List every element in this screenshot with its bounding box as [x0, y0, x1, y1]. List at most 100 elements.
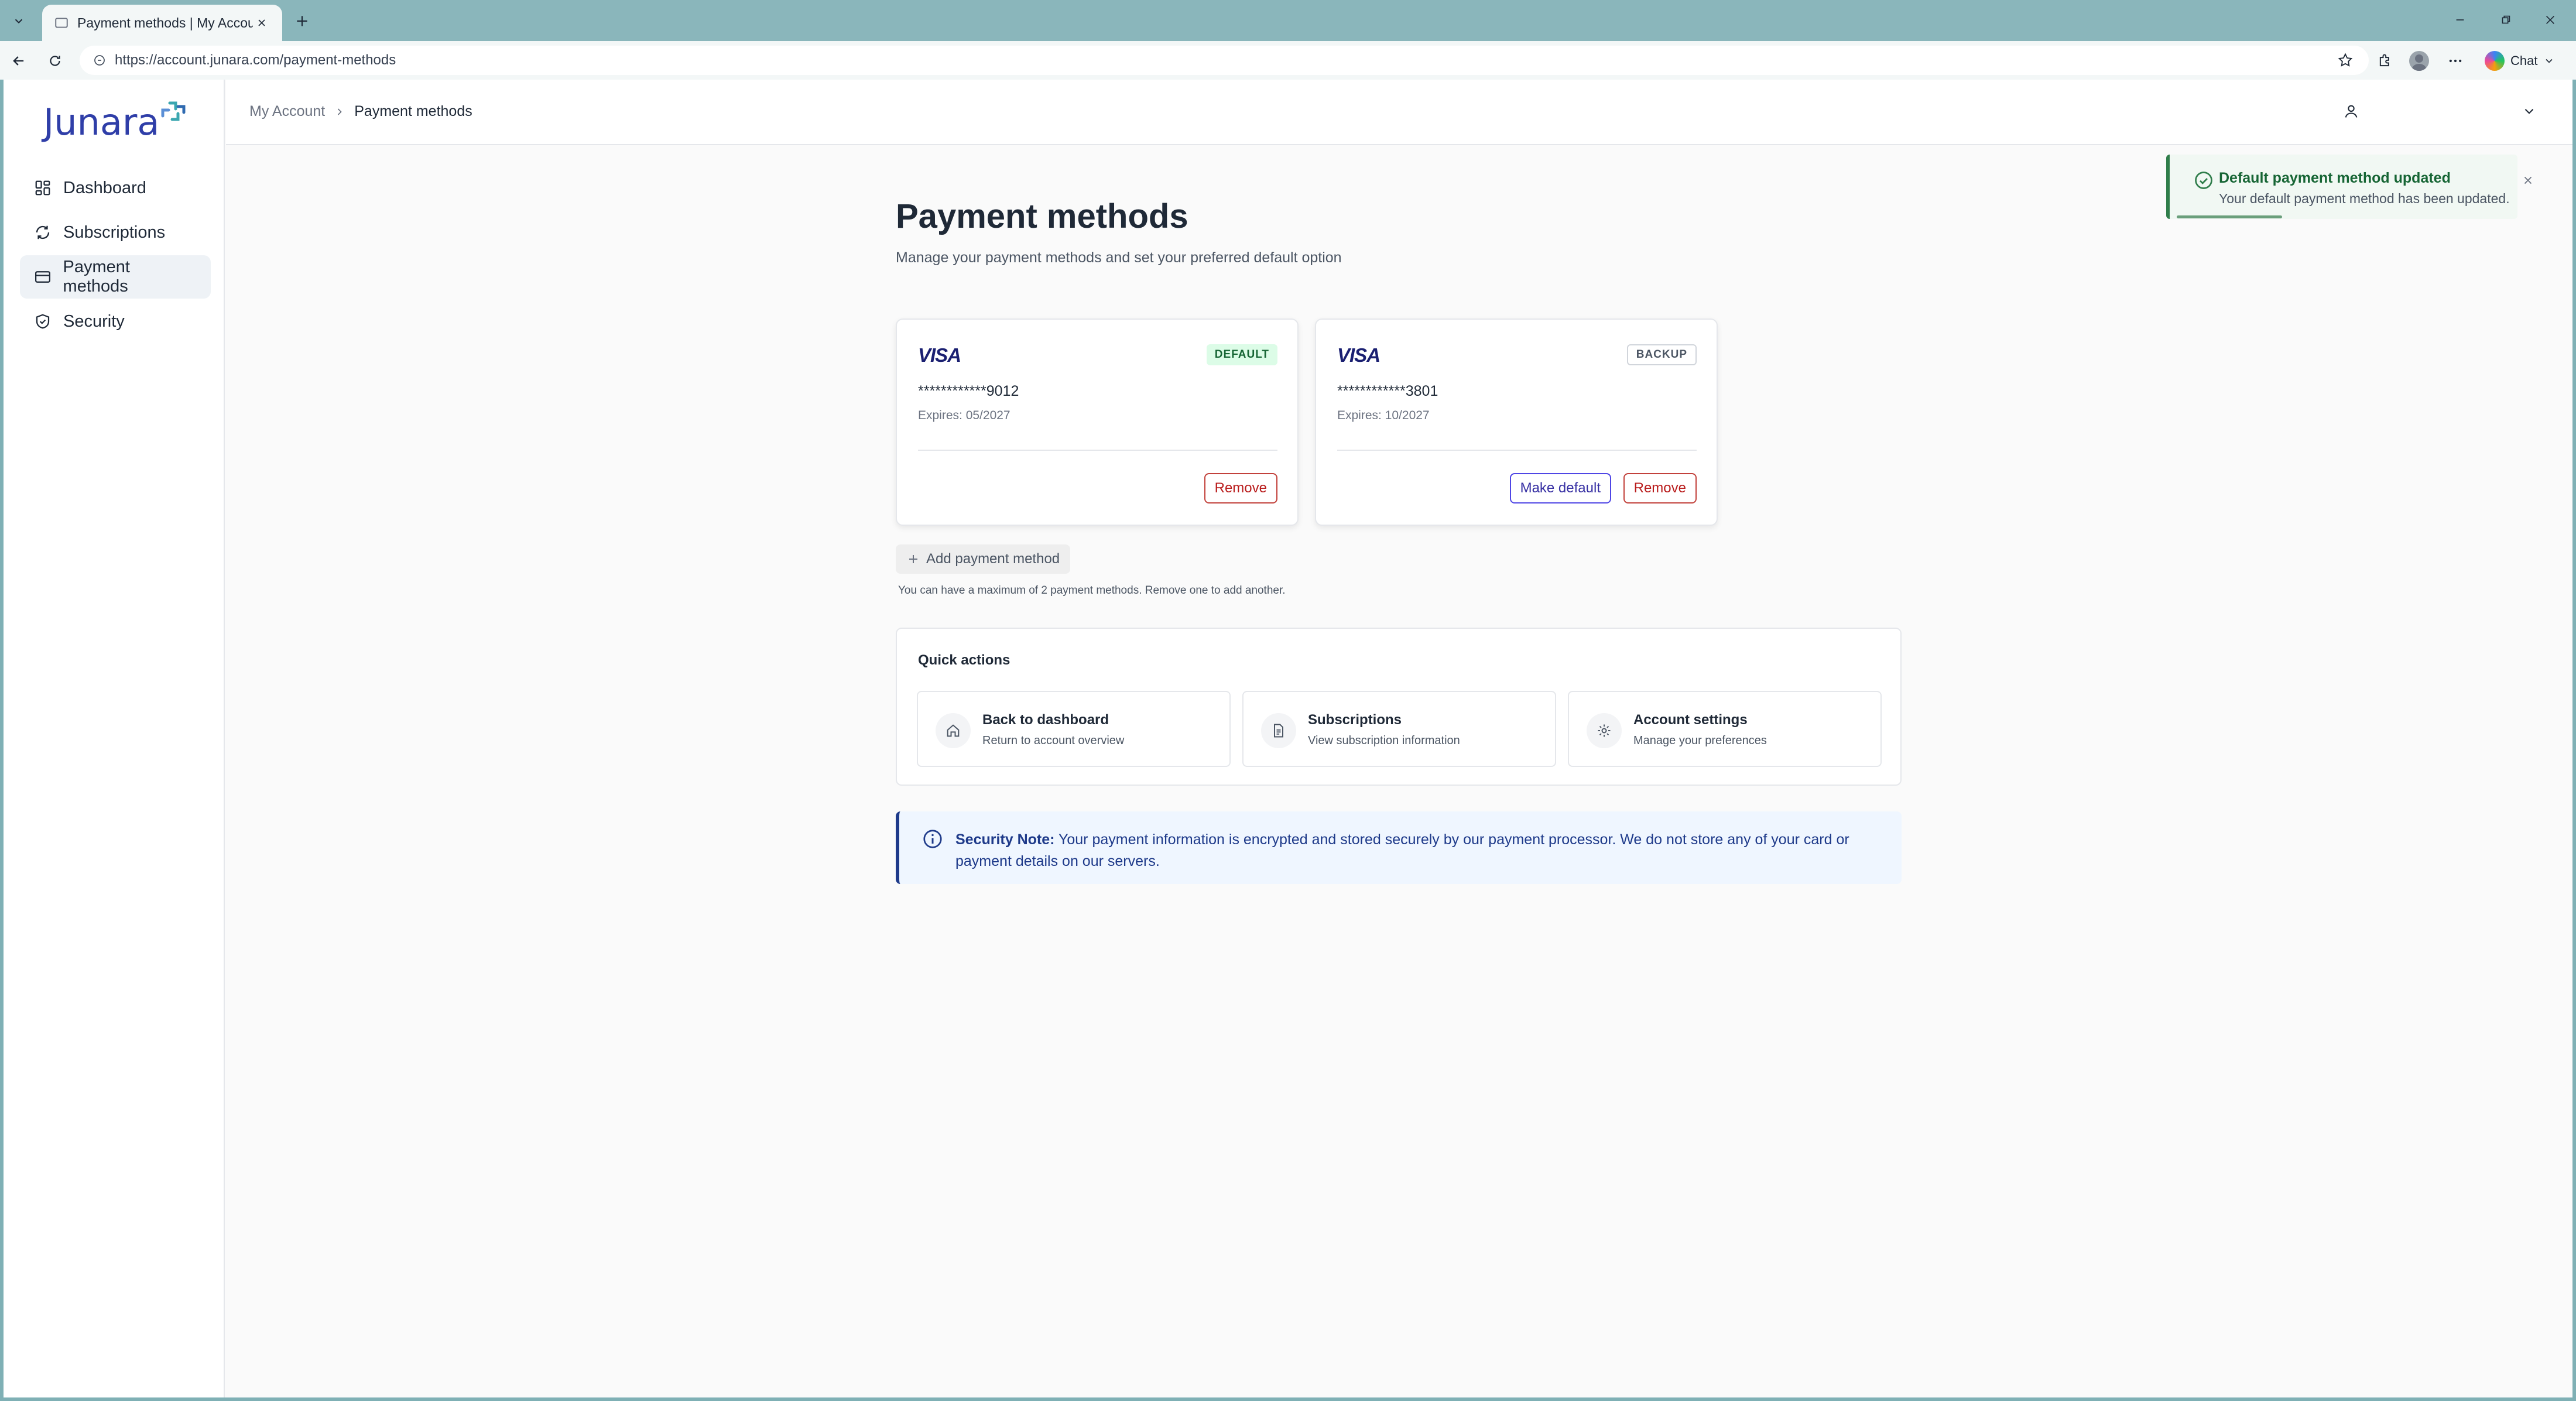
logo-text: Junara: [43, 101, 160, 143]
page-title: Payment methods: [896, 197, 1188, 235]
sidebar-item-security[interactable]: Security: [20, 300, 211, 343]
restore-window-button[interactable]: [2488, 8, 2523, 32]
toast-title: Default payment method updated: [2219, 170, 2451, 186]
back-button[interactable]: [6, 48, 32, 74]
shield-icon: [33, 311, 53, 331]
sidebar-item-dashboard[interactable]: Dashboard: [20, 166, 211, 210]
card-expiry: Expires: 05/2027: [918, 409, 1010, 422]
junara-logo[interactable]: Junara: [43, 101, 186, 143]
browser-tab-active[interactable]: Payment methods | My Account: [42, 5, 282, 41]
tab-list-button[interactable]: [5, 8, 33, 34]
payment-card-default: VISA DEFAULT ************9012 Expires: 0…: [896, 318, 1299, 526]
payment-card-backup: VISA BACKUP ************3801 Expires: 10…: [1315, 318, 1718, 526]
sidebar-item-label: Security: [63, 311, 125, 331]
quick-action-title: Subscriptions: [1308, 712, 1402, 728]
chevron-down-icon: [12, 15, 25, 28]
sidebar-item-label: Subscriptions: [63, 222, 166, 242]
chat-label: Chat: [2510, 53, 2538, 68]
toast-notification: Default payment method updated Your defa…: [2166, 155, 2532, 219]
page-subtitle: Manage your payment methods and set your…: [896, 249, 1342, 266]
close-icon: [2544, 13, 2557, 26]
security-note-label: Security Note:: [955, 831, 1055, 848]
add-payment-method-button[interactable]: Add payment method: [896, 544, 1071, 574]
quick-action-subtitle: Return to account overview: [982, 734, 1125, 747]
quick-action-subscriptions[interactable]: Subscriptions View subscription informat…: [1242, 691, 1556, 767]
security-note: Security Note: Your payment information …: [896, 811, 1902, 884]
address-bar[interactable]: https://account.junara.com/payment-metho…: [80, 46, 2369, 75]
credit-card-icon: [33, 267, 53, 287]
quick-action-subtitle: View subscription information: [1308, 734, 1460, 747]
visa-logo: VISA: [1337, 344, 1381, 366]
minimize-window-button[interactable]: [2443, 8, 2478, 32]
page-viewport: Junara Dashboard Subscriptions Payment m…: [4, 80, 2572, 1397]
chevron-down-icon: [2522, 104, 2537, 119]
toast-close-button[interactable]: [2519, 171, 2537, 190]
remove-card-button[interactable]: Remove: [1623, 473, 1697, 503]
plus-icon: [906, 552, 920, 566]
puzzle-icon: [2377, 53, 2393, 69]
security-note-body: Your payment information is encrypted an…: [955, 831, 1849, 869]
user-menu-dropdown[interactable]: [2517, 100, 2541, 123]
user-menu-button[interactable]: [2339, 100, 2363, 123]
profile-avatar-icon: [2409, 51, 2429, 71]
breadcrumb: My Account Payment methods: [249, 103, 472, 120]
quick-action-subtitle: Manage your preferences: [1633, 734, 1767, 747]
document-icon: [1261, 713, 1296, 748]
extensions-button[interactable]: [2373, 49, 2397, 73]
copilot-icon: [2485, 51, 2505, 71]
quick-action-account-settings[interactable]: Account settings Manage your preferences: [1568, 691, 1882, 767]
new-tab-button[interactable]: [290, 9, 314, 33]
minimize-icon: [2454, 13, 2467, 26]
toast-progress-bar: [2177, 215, 2282, 218]
home-icon: [936, 713, 971, 748]
arrow-left-icon: [11, 53, 27, 69]
quick-action-title: Back to dashboard: [982, 712, 1109, 728]
refresh-icon: [33, 222, 53, 242]
add-payment-method-label: Add payment method: [926, 551, 1060, 567]
star-icon: [2337, 52, 2354, 68]
url-text: https://account.junara.com/payment-metho…: [115, 52, 396, 68]
sidebar-item-label: Dashboard: [63, 178, 146, 197]
grid-icon: [33, 178, 53, 198]
page-favicon-icon: [54, 15, 69, 30]
tab-title: Payment methods | My Account: [77, 15, 253, 30]
make-default-button[interactable]: Make default: [1509, 473, 1611, 503]
breadcrumb-my-account[interactable]: My Account: [249, 103, 325, 120]
browser-menu-button[interactable]: [2444, 49, 2467, 73]
sidebar: Junara Dashboard Subscriptions Payment m…: [4, 80, 225, 1397]
card-divider: [918, 450, 1277, 451]
remove-card-button[interactable]: Remove: [1204, 473, 1277, 503]
quick-action-back-to-dashboard[interactable]: Back to dashboard Return to account over…: [917, 691, 1231, 767]
close-icon: [2522, 174, 2534, 187]
info-icon: [922, 828, 944, 850]
close-icon: [256, 17, 268, 29]
security-note-text: Security Note: Your payment information …: [955, 829, 1880, 872]
sidebar-item-payment-methods[interactable]: Payment methods: [20, 255, 211, 299]
profile-button[interactable]: [2407, 49, 2431, 73]
toast-message: Your default payment method has been upd…: [2219, 191, 2510, 206]
gear-icon: [1587, 713, 1622, 748]
restore-icon: [2499, 13, 2512, 26]
breadcrumb-current: Payment methods: [354, 103, 472, 119]
chevron-right-icon: [333, 105, 346, 118]
card-divider: [1337, 450, 1697, 451]
close-tab-button[interactable]: [253, 14, 270, 32]
top-bar: My Account Payment methods: [226, 80, 2572, 145]
quick-action-title: Account settings: [1633, 712, 1748, 728]
card-number: ************3801: [1337, 383, 1438, 399]
chat-button[interactable]: Chat: [2480, 48, 2560, 74]
quick-actions-panel: Quick actions Back to dashboard Return t…: [896, 628, 1902, 786]
reload-icon: [47, 53, 63, 68]
backup-badge: BACKUP: [1626, 344, 1697, 365]
default-badge: DEFAULT: [1206, 344, 1277, 365]
user-icon: [2343, 103, 2359, 119]
bookmark-button[interactable]: [2335, 50, 2356, 71]
sidebar-item-subscriptions[interactable]: Subscriptions: [20, 211, 211, 254]
sidebar-item-label: Payment methods: [63, 258, 130, 296]
check-circle-icon: [2193, 170, 2214, 191]
site-info-icon: [93, 53, 107, 67]
chevron-down-icon: [2543, 55, 2555, 67]
logo-mark-icon: [160, 101, 186, 126]
reload-button[interactable]: [42, 48, 68, 74]
close-window-button[interactable]: [2533, 8, 2568, 32]
